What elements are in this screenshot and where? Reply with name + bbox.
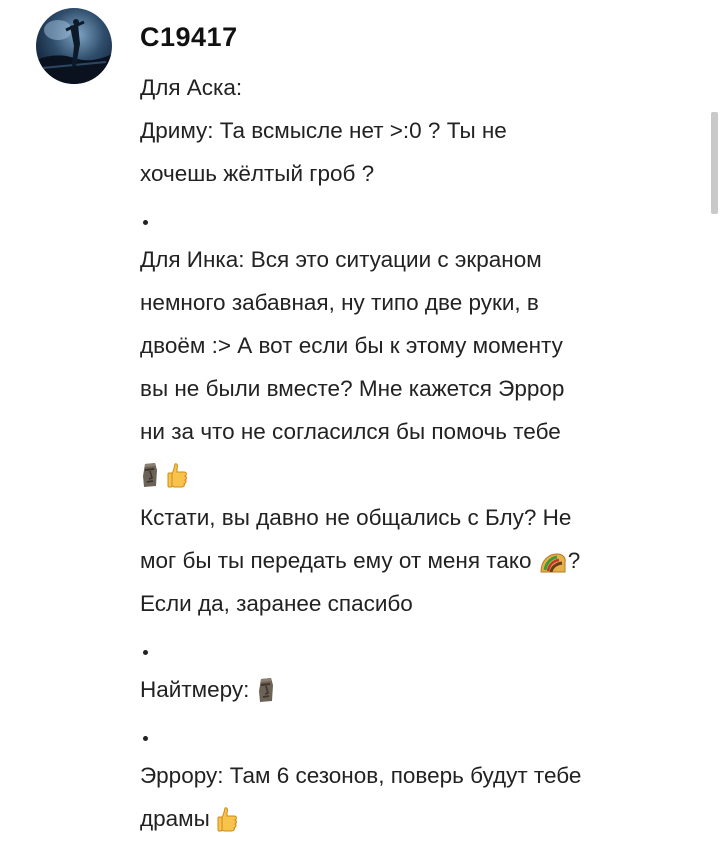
- message-line: ни за что не согласился бы помочь тебе: [140, 419, 561, 444]
- message-line: Эррору: Там 6 сезонов, поверь будут тебе: [140, 763, 582, 788]
- message-text: драмы: [140, 806, 210, 831]
- avatar[interactable]: [36, 8, 112, 84]
- bullet-point: [140, 195, 700, 238]
- avatar-icon: [36, 19, 112, 84]
- message-line: вы не были вместе? Мне кажется Эррор: [140, 376, 565, 401]
- message-line: Для Инка: Вся это ситуации с экраном: [140, 247, 542, 272]
- message-body: Для Аска: Дриму: Та всмысле нет >:0 ? Ты…: [140, 66, 700, 840]
- message-line: Найтмеру:: [140, 668, 700, 711]
- message-line: Если да, заранее спасибо: [140, 591, 413, 616]
- message-line: двоём :> А вот если бы к этому моменту: [140, 333, 563, 358]
- username[interactable]: C19417: [140, 22, 238, 53]
- taco-emoji: [539, 545, 567, 588]
- scrollbar[interactable]: [711, 112, 718, 214]
- message-line: Кстати, вы давно не общались с Блу? Не: [140, 505, 572, 530]
- message-text: Найтмеру:: [140, 677, 250, 702]
- message-line: драмы: [140, 797, 700, 840]
- thumbs-up-emoji: [217, 803, 239, 846]
- message-text: мог бы ты передать ему от меня тако: [140, 548, 532, 573]
- message-text: ?: [567, 548, 581, 573]
- emoji-line: [140, 453, 700, 496]
- message-line: Дриму: Та всмысле нет >:0 ? Ты не: [140, 118, 507, 143]
- bullet-point: [140, 625, 700, 668]
- message-line: мог бы ты передать ему от меня тако ?: [140, 539, 700, 582]
- message-line: Для Аска:: [140, 75, 243, 100]
- message-line: немного забавная, ну типо две руки, в: [140, 290, 539, 315]
- message-line: хочешь жёлтый гроб ?: [140, 161, 375, 186]
- bullet-point: [140, 711, 700, 754]
